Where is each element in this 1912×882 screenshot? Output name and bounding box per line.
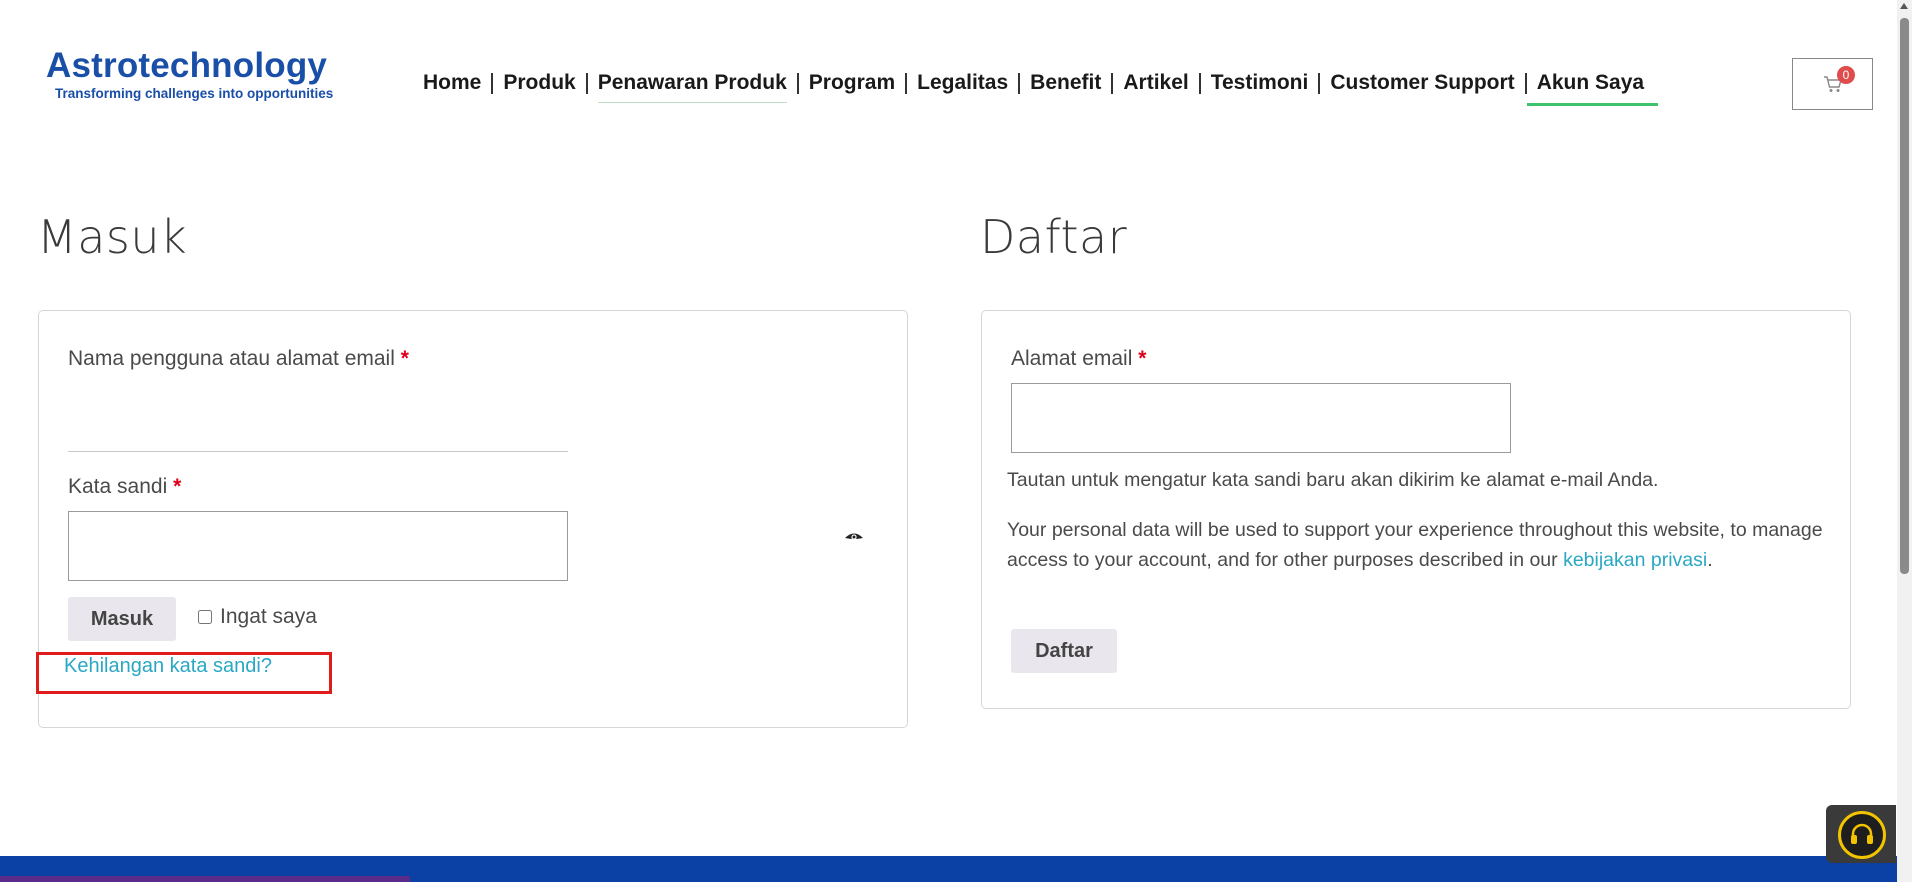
logo-title: Astrotechnology xyxy=(46,46,328,85)
required-mark: * xyxy=(1138,347,1147,370)
cart-count-badge: 0 xyxy=(1837,66,1855,84)
nav-item-benefit[interactable]: Benefit xyxy=(1020,66,1111,100)
register-heading: Daftar xyxy=(980,210,1128,264)
privacy-text-end: . xyxy=(1707,549,1713,571)
email-label-text: Alamat email xyxy=(1011,347,1133,370)
password-info-text: Tautan untuk mengatur kata sandi baru ak… xyxy=(1007,469,1659,491)
support-widget-button[interactable] xyxy=(1826,805,1896,863)
main-nav: Home Produk Penawaran Produk Program Leg… xyxy=(413,66,1659,106)
headset-icon xyxy=(1838,811,1886,859)
scroll-thumb[interactable] xyxy=(1900,18,1909,574)
register-form: Alamat email * Tautan untuk mengatur kat… xyxy=(981,310,1851,709)
login-submit-button[interactable]: Masuk xyxy=(68,597,176,641)
nav-item-penawaran-produk[interactable]: Penawaran Produk xyxy=(588,66,797,103)
nav-item-artikel[interactable]: Artikel xyxy=(1113,66,1198,100)
scroll-up-icon[interactable] xyxy=(1900,3,1908,9)
remember-me-checkbox[interactable] xyxy=(198,610,212,624)
remember-me[interactable]: Ingat saya xyxy=(198,605,317,629)
nav-item-produk[interactable]: Produk xyxy=(493,66,585,100)
login-heading: Masuk xyxy=(37,210,188,264)
register-submit-button[interactable]: Daftar xyxy=(1011,629,1117,673)
username-input[interactable] xyxy=(68,451,568,452)
site-logo[interactable]: Astrotechnology Transforming challenges … xyxy=(46,46,346,102)
password-input[interactable] xyxy=(68,511,568,581)
nav-item-home[interactable]: Home xyxy=(413,66,491,100)
logo-tagline: Transforming challenges into opportuniti… xyxy=(55,86,334,101)
required-mark: * xyxy=(400,347,409,370)
nav-item-customer-support[interactable]: Customer Support xyxy=(1320,66,1524,100)
username-label: Nama pengguna atau alamat email * xyxy=(68,347,409,371)
privacy-policy-link[interactable]: kebijakan privasi xyxy=(1563,549,1707,571)
password-label-text: Kata sandi xyxy=(68,475,168,498)
password-label: Kata sandi * xyxy=(68,475,181,499)
cart-button[interactable]: 0 xyxy=(1792,58,1873,110)
nav-item-testimoni[interactable]: Testimoni xyxy=(1201,66,1319,100)
email-label: Alamat email * xyxy=(1011,347,1146,371)
eye-icon[interactable] xyxy=(844,531,864,543)
nav-item-legalitas[interactable]: Legalitas xyxy=(907,66,1018,100)
nav-item-program[interactable]: Program xyxy=(799,66,905,100)
email-input[interactable] xyxy=(1011,383,1511,453)
required-mark: * xyxy=(173,475,182,498)
highlight-box xyxy=(36,652,332,694)
page-scrollbar[interactable] xyxy=(1897,0,1912,882)
remember-me-label: Ingat saya xyxy=(220,605,317,628)
footer-accent xyxy=(0,876,410,882)
nav-item-akun-saya[interactable]: Akun Saya xyxy=(1526,66,1659,106)
username-label-text: Nama pengguna atau alamat email xyxy=(68,347,395,370)
privacy-notice: Your personal data will be used to suppo… xyxy=(1007,515,1827,575)
